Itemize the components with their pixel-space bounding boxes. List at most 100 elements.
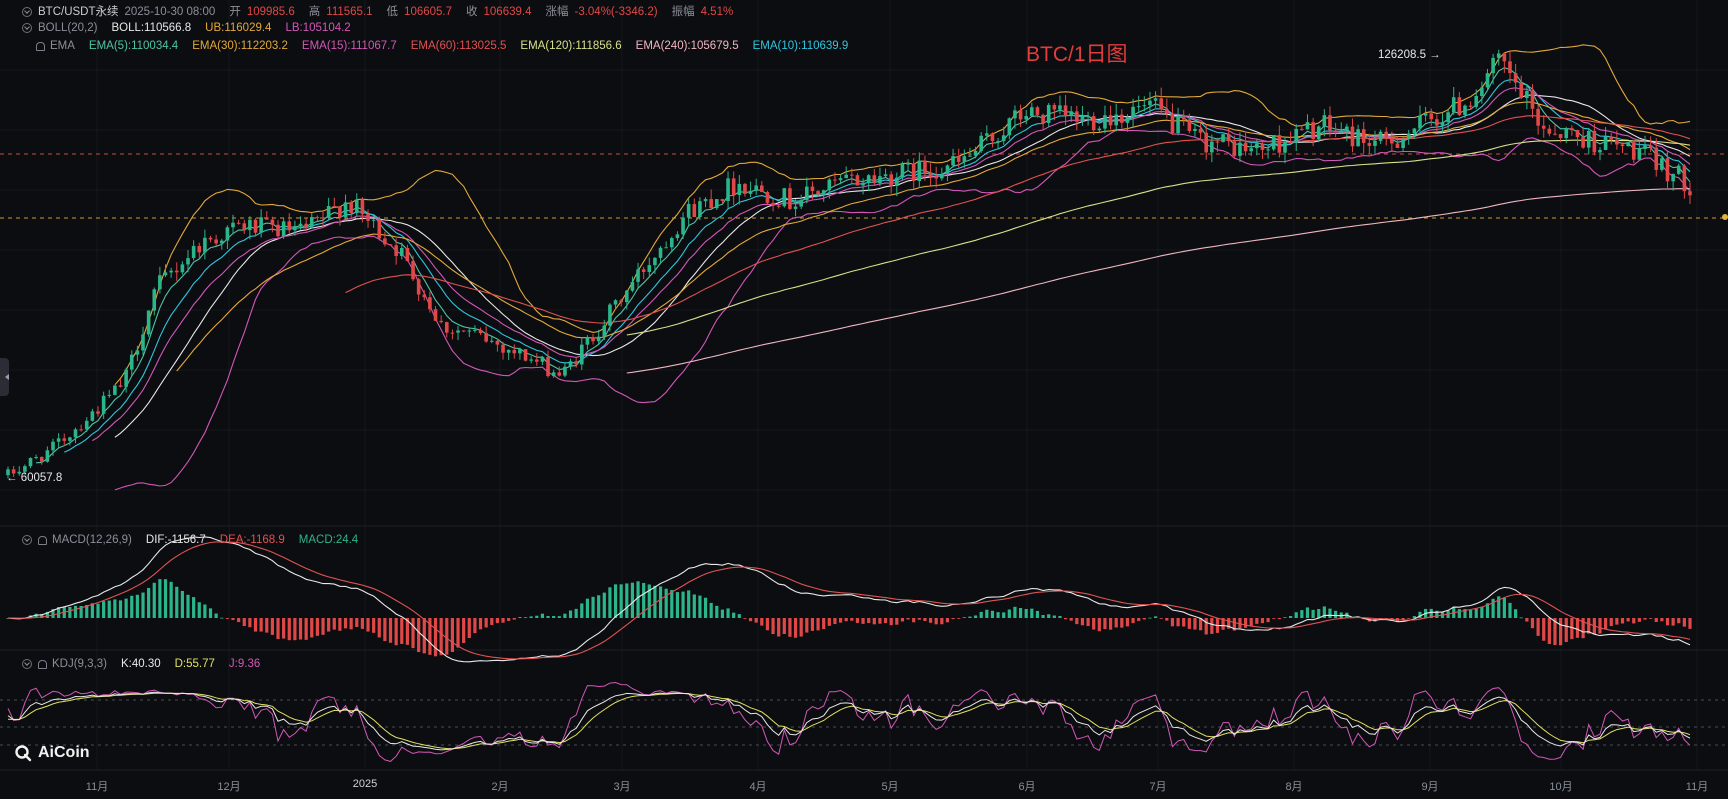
boll-name[interactable]: BOLL(20,2): [38, 20, 97, 36]
candle-body: [608, 304, 612, 326]
candle-body: [579, 344, 584, 365]
macd-histogram-bar: [703, 597, 708, 618]
candle-body: [28, 458, 33, 467]
macd-histogram-bar: [1047, 614, 1051, 618]
candle-body: [1052, 104, 1057, 110]
macd-histogram-bar: [130, 595, 134, 618]
chevron-down-icon[interactable]: [22, 535, 32, 545]
ema-5-line: [36, 67, 1691, 464]
candle-body: [1187, 119, 1192, 131]
ema-15-line: [92, 87, 1691, 442]
collapse-panel-handle[interactable]: [0, 358, 9, 396]
bell-icon[interactable]: [36, 41, 45, 51]
candle-body: [776, 205, 781, 207]
macd-histogram-bar: [124, 598, 128, 618]
macd-histogram-bar: [1114, 618, 1118, 628]
macd-histogram-bar: [698, 595, 702, 618]
macd-histogram-bar: [1035, 610, 1040, 618]
macd-histogram-bar: [186, 594, 190, 618]
candle-body: [495, 340, 500, 345]
macd-histogram-bar: [1665, 618, 1670, 626]
macd-histogram-bar: [720, 609, 725, 618]
candle-body: [461, 330, 466, 332]
macd-histogram-bar: [1018, 608, 1023, 618]
candle-body: [360, 199, 365, 215]
candle-body: [1165, 109, 1169, 114]
candle-body: [1255, 143, 1259, 149]
macd-histogram-bar: [985, 609, 989, 618]
ema-60: EMA(60):113025.5: [410, 40, 507, 52]
candle-body: [619, 300, 623, 303]
candle-body: [765, 192, 770, 203]
candle-body: [653, 257, 657, 266]
candle-body: [1232, 141, 1237, 156]
candle-body: [534, 359, 539, 362]
macd-name[interactable]: MACD(12,26,9): [52, 532, 132, 548]
chevron-down-icon[interactable]: [22, 659, 32, 669]
candle-body: [1665, 158, 1670, 182]
candle-body: [315, 217, 320, 219]
chart-root[interactable]: BTC/USDT永续 2025-10-30 08:00 开 109985.6 高…: [0, 0, 1728, 799]
macd-histogram-bar: [1559, 618, 1563, 646]
candle-body: [596, 336, 601, 342]
macd-histogram-bar: [180, 590, 184, 618]
chart-annotation-title: BTC/1日图: [1026, 43, 1128, 66]
candle-body: [90, 411, 95, 421]
aicoin-logo: AiCoin: [14, 743, 90, 763]
chevron-down-icon[interactable]: [22, 7, 32, 17]
candle-body: [1598, 149, 1602, 153]
candle-body: [1024, 116, 1029, 120]
candle-body: [1322, 115, 1327, 127]
macd-histogram-bar: [456, 618, 460, 648]
macd-histogram-bar: [490, 618, 494, 625]
x-tick-label: 11月: [85, 781, 109, 793]
macd-histogram-bar: [1176, 618, 1180, 627]
x-tick-label: 2月: [491, 781, 509, 793]
macd-histogram-bar: [518, 617, 522, 618]
macd-histogram-bar: [495, 618, 500, 624]
macd-histogram-bar: [372, 618, 376, 633]
macd-histogram-bar: [1255, 618, 1259, 624]
chevron-down-icon[interactable]: [22, 23, 32, 33]
macd-histogram-bar: [523, 617, 528, 619]
candle-body: [236, 222, 241, 224]
candle-body: [1266, 149, 1270, 151]
macd-histogram-bar: [900, 618, 905, 622]
candle-body: [518, 349, 522, 354]
bell-icon[interactable]: [38, 659, 47, 669]
macd-histogram-bar: [113, 599, 117, 618]
macd-histogram-bar: [850, 618, 854, 621]
candle-body: [34, 457, 38, 459]
macd-histogram-bar: [658, 586, 663, 618]
kdj-j-line: [7, 681, 1691, 762]
candle-body: [214, 239, 218, 244]
macd-histogram-bar: [394, 618, 398, 646]
macd-histogram-bar: [889, 618, 893, 626]
close-value: 106639.4: [483, 6, 532, 18]
candle-body: [1406, 133, 1411, 139]
plot-area[interactable]: [0, 0, 1728, 799]
candle-body: [394, 245, 398, 256]
kdj-name[interactable]: KDJ(9,3,3): [52, 656, 107, 672]
candle-body: [585, 337, 590, 345]
candle-body: [248, 219, 252, 231]
macd-histogram-bar: [225, 618, 229, 619]
candle-body: [68, 437, 72, 441]
x-tick-label: 12月: [217, 781, 241, 793]
bell-icon[interactable]: [38, 535, 47, 545]
symbol-label[interactable]: BTC/USDT永续: [38, 4, 119, 20]
candle-body: [186, 258, 190, 265]
candle-body: [293, 226, 297, 231]
macd-value: MACD:24.4: [298, 534, 359, 546]
ema-name[interactable]: EMA: [50, 38, 75, 54]
candle-body: [1457, 97, 1462, 115]
candle-body: [1243, 142, 1248, 152]
kdj-d-line: [7, 692, 1691, 750]
x-tick-label: 3月: [613, 781, 631, 793]
ema-lines: [36, 67, 1691, 464]
candle-body: [1058, 105, 1062, 110]
macd-histogram-bar: [799, 618, 803, 637]
candle-body: [309, 217, 314, 229]
macd-histogram-bar: [1305, 607, 1310, 618]
candle-body: [979, 135, 983, 151]
